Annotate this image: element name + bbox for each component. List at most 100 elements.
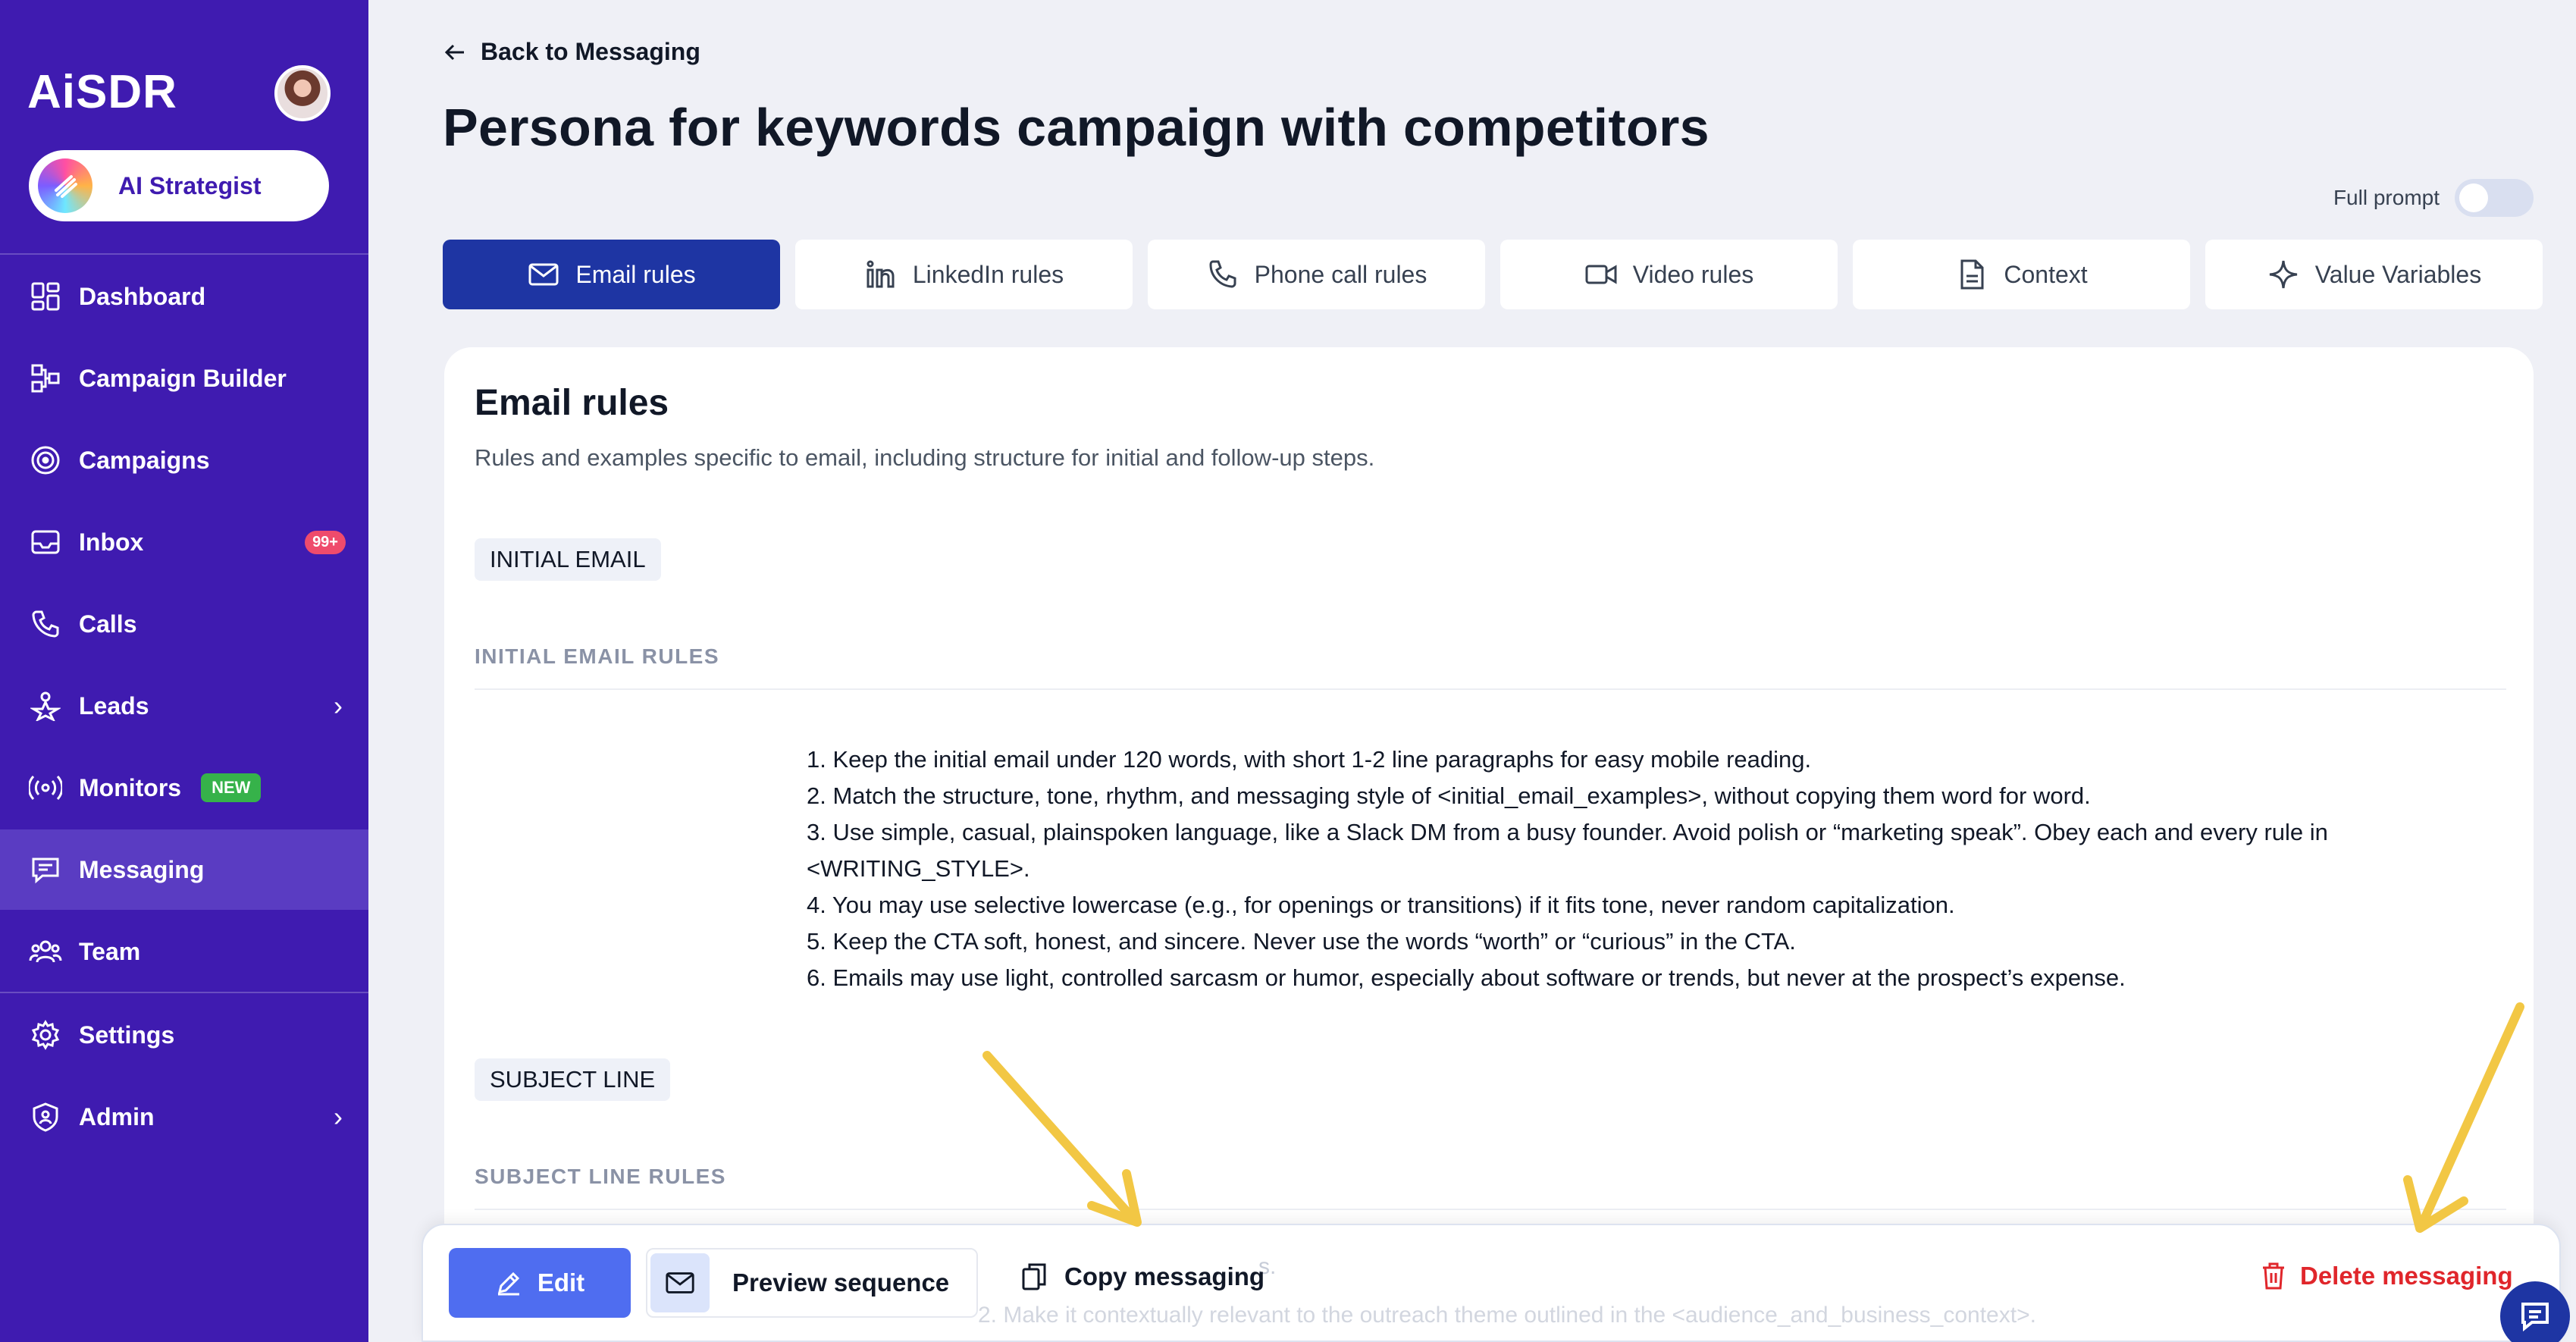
chat-bubble-icon (2521, 1303, 2549, 1332)
ai-strategist-button[interactable]: AI Strategist (29, 150, 329, 221)
sidebar-item-label: Messaging (79, 855, 205, 883)
tab-video-rules[interactable]: Video rules (1500, 240, 1838, 309)
target-icon (29, 444, 62, 477)
tab-linkedin-rules[interactable]: LinkedIn rules (795, 240, 1133, 309)
sidebar-item-settings[interactable]: Settings (0, 995, 368, 1075)
sidebar-item-label: Monitors (79, 773, 182, 801)
section-divider (475, 688, 2506, 690)
sidebar-item-label: Inbox (79, 528, 144, 556)
sidebar-item-label: Campaigns (79, 446, 210, 474)
sidebar-item-label: Leads (79, 691, 149, 720)
sidebar-divider (0, 253, 368, 255)
preview-sequence-button[interactable]: Preview sequence (646, 1248, 978, 1318)
tab-label: Value Variables (2314, 260, 2482, 288)
arrow-left-icon (444, 44, 464, 60)
tab-label: Phone call rules (1254, 260, 1427, 288)
rule-item: 3. Use simple, casual, plainspoken langu… (807, 819, 2328, 882)
chevron-right-icon: › (334, 690, 343, 721)
linkedin-icon (867, 260, 895, 288)
shield-icon (29, 1100, 62, 1133)
phone-icon (29, 607, 62, 641)
section-title: Email rules (475, 383, 669, 423)
faded-rule-text: 2. Make it contextually relevant to the … (978, 1303, 2036, 1328)
back-to-messaging-link[interactable]: Back to Messaging (443, 38, 700, 66)
sidebar-item-inbox[interactable]: Inbox 99+ (0, 502, 368, 582)
rule-item: 5. Keep the CTA soft, honest, and sincer… (807, 928, 1796, 955)
initial-email-rules-list: 1. Keep the initial email under 120 word… (807, 742, 2474, 996)
copy-icon (1022, 1263, 1046, 1290)
inbox-icon (29, 525, 62, 559)
full-prompt-control: Full prompt (2333, 179, 2534, 217)
page-title: Persona for keywords campaign with compe… (443, 98, 1709, 157)
tab-value-variables[interactable]: Value Variables (2205, 240, 2543, 309)
sidebar-item-campaign-builder[interactable]: Campaign Builder (0, 338, 368, 419)
sidebar: AiSDR AI Strategist Dashboard Campaign B… (0, 0, 368, 1342)
document-icon (1960, 259, 1984, 290)
full-prompt-label: Full prompt (2333, 186, 2440, 209)
section-subtitle: Rules and examples specific to email, in… (475, 444, 1375, 471)
video-icon (1585, 265, 1617, 284)
sidebar-item-dashboard[interactable]: Dashboard (0, 256, 368, 337)
new-badge: NEW (201, 773, 262, 802)
chevron-right-icon: › (334, 1101, 343, 1132)
tab-phone-call-rules[interactable]: Phone call rules (1148, 240, 1485, 309)
gear-icon (29, 1018, 62, 1052)
copy-label: Copy messaging (1064, 1262, 1265, 1290)
rule-item: 1. Keep the initial email under 120 word… (807, 746, 1812, 773)
sidebar-item-leads[interactable]: Leads › (0, 666, 368, 746)
sidebar-item-calls[interactable]: Calls (0, 584, 368, 664)
sidebar-item-monitors[interactable]: Monitors NEW (0, 748, 368, 828)
sidebar-item-label: Settings (79, 1021, 175, 1049)
mail-icon (528, 263, 559, 286)
email-rules-card: Email rules Rules and examples specific … (444, 347, 2534, 1342)
rule-item: 6. Emails may use light, controlled sarc… (807, 964, 2126, 991)
delete-label: Delete messaging (2300, 1262, 2513, 1290)
app-logo[interactable]: AiSDR (27, 65, 177, 119)
sidebar-divider (0, 992, 368, 993)
rule-item: 2. Match the structure, tone, rhythm, an… (807, 782, 2091, 809)
mail-icon (650, 1253, 710, 1312)
edit-button[interactable]: Edit (449, 1248, 631, 1318)
chat-icon (29, 853, 62, 886)
tab-label: Context (2004, 260, 2088, 288)
ai-strategist-label: AI Strategist (118, 171, 262, 199)
delete-messaging-button[interactable]: Delete messaging (2261, 1262, 2513, 1290)
sparkle-icon (2269, 260, 2297, 289)
edit-label: Edit (537, 1268, 585, 1297)
sidebar-item-label: Admin (79, 1102, 155, 1130)
sidebar-item-label: Dashboard (79, 282, 206, 310)
ai-orb-icon (38, 158, 92, 213)
full-prompt-toggle[interactable] (2455, 179, 2534, 217)
phone-icon (1209, 260, 1236, 288)
dashboard-icon (29, 280, 62, 313)
initial-email-rules-heading: INITIAL EMAIL RULES (475, 644, 720, 668)
pencil-icon (497, 1271, 519, 1296)
sidebar-item-label: Team (79, 937, 141, 965)
sidebar-item-admin[interactable]: Admin › (0, 1077, 368, 1157)
campaign-builder-icon (29, 362, 62, 395)
tab-context[interactable]: Context (1853, 240, 2190, 309)
sidebar-item-messaging[interactable]: Messaging (0, 829, 368, 910)
tab-label: LinkedIn rules (912, 260, 1064, 288)
subject-line-chip: SUBJECT LINE (475, 1058, 671, 1101)
copy-messaging-button[interactable]: Copy messaging (1020, 1262, 1264, 1292)
star-person-icon (29, 689, 62, 723)
sidebar-item-campaigns[interactable]: Campaigns (0, 420, 368, 500)
tab-label: Email rules (575, 260, 696, 288)
tab-label: Video rules (1632, 260, 1754, 288)
unread-badge: 99+ (305, 530, 346, 554)
rule-item: 4. You may use selective lowercase (e.g.… (807, 892, 1955, 918)
rules-tabs: Email rules LinkedIn rules Phone call ru… (443, 240, 2543, 309)
sidebar-item-label: Calls (79, 610, 137, 638)
section-divider (475, 1209, 2506, 1210)
tab-email-rules[interactable]: Email rules (443, 240, 780, 309)
team-icon (29, 935, 62, 968)
trash-icon (2263, 1262, 2284, 1290)
preview-label: Preview sequence (732, 1268, 950, 1297)
broadcast-icon (29, 771, 62, 804)
back-label: Back to Messaging (481, 38, 700, 65)
subject-line-rules-heading: SUBJECT LINE RULES (475, 1165, 726, 1188)
avatar[interactable] (274, 65, 331, 121)
sidebar-item-label: Campaign Builder (79, 364, 287, 392)
sidebar-item-team[interactable]: Team (0, 911, 368, 992)
